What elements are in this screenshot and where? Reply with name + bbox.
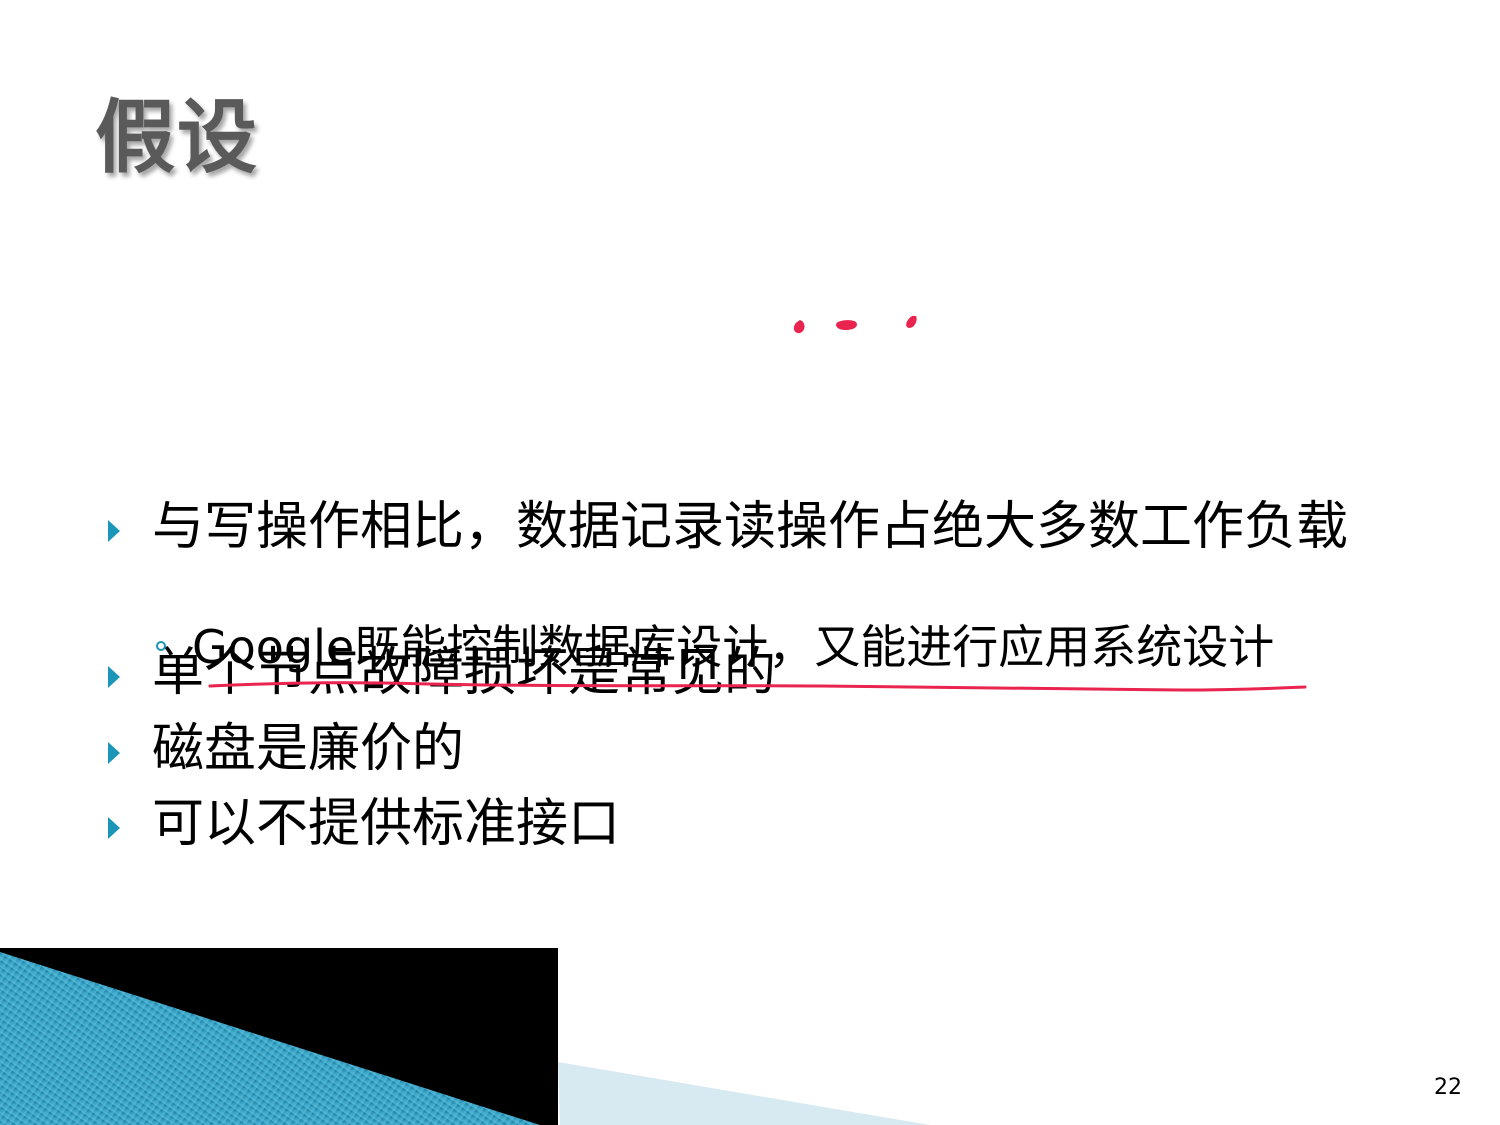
triangle-bullet-icon [108,817,120,839]
bullet-text: 磁盘是廉价的 [152,719,465,779]
ink-dot [836,320,857,330]
circle-bullet-icon [156,641,166,651]
triangle-bullet-icon [108,520,120,542]
page-number: 22 [1434,1075,1462,1100]
triangle-bullet-icon [108,666,120,688]
corner-light-wedge [558,1062,930,1125]
slide: 假设 与写操作相比，数据记录读操作占绝大多数工作负载 单个节点故障损坏是常见的 … [0,0,1500,1125]
sub-bullet-text: Google既能控制数据库设计，又能进行应用系统设计 [192,620,1275,674]
ink-dot [793,320,805,334]
bullet-text: 与写操作相比，数据记录读操作占绝大多数工作负载 [152,497,1349,557]
bullet-item: 可以不提供标准接口 [108,790,1412,858]
corner-black-block [0,948,558,1125]
bullet-text: 可以不提供标准接口 [152,794,621,854]
corner-blue-wedge [0,952,540,1125]
slide-title: 假设 [95,91,259,184]
sub-bullet-item: Google既能控制数据库设计，又能进行应用系统设计 [156,615,1275,679]
bullet-item: 磁盘是廉价的 [108,715,1412,783]
ink-dot [906,316,917,328]
triangle-bullet-icon [108,742,120,764]
bullet-item: 与写操作相比，数据记录读操作占绝大多数工作负载 [108,493,1412,561]
